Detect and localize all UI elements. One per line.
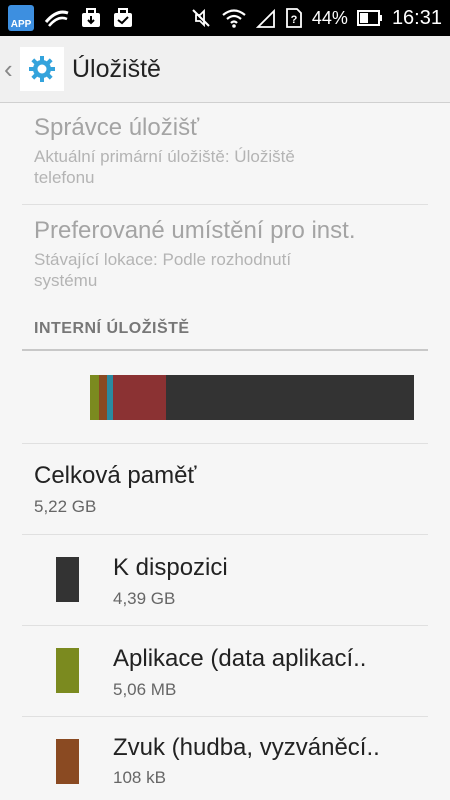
briefcase-download-icon xyxy=(80,7,102,29)
total-value: 5,22 GB xyxy=(34,497,97,516)
swirl-logo-icon xyxy=(44,7,70,29)
section-header: INTERNÍ ÚLOŽIŠTĚ xyxy=(34,320,190,337)
battery-percent: 44% xyxy=(311,7,348,28)
wifi-icon xyxy=(221,7,247,29)
divider xyxy=(22,534,428,535)
pref-summary-line: telefonu xyxy=(34,168,95,187)
pref-summary-line: Stávající lokace: Podle rozhodnutí xyxy=(34,250,292,269)
color-swatch xyxy=(56,648,79,693)
usage-segment-available xyxy=(166,375,414,420)
notification-icons: APP xyxy=(0,0,134,36)
back-chevron-icon[interactable]: ‹ xyxy=(0,36,20,102)
app-store-icon: APP xyxy=(8,5,34,31)
settings-gear-icon[interactable] xyxy=(20,47,64,91)
divider xyxy=(22,443,428,444)
pref-summary-line: systému xyxy=(34,271,98,290)
pref-title: Správce úložišť xyxy=(34,114,200,141)
total-title: Celková paměť xyxy=(34,462,197,489)
sim-unknown-icon: ? xyxy=(285,7,303,29)
section-divider xyxy=(22,349,428,351)
page-title: Úložiště xyxy=(72,54,161,83)
usage-segment-audio xyxy=(98,375,107,420)
pref-summary: Stávající lokace: Podle rozhodnutí systé… xyxy=(34,249,426,291)
item-title: K dispozici xyxy=(113,554,228,581)
divider xyxy=(22,204,428,205)
system-status-icons: ? 44% 16:31 xyxy=(190,0,450,36)
color-swatch xyxy=(56,557,79,602)
action-bar: ‹ Úložiště xyxy=(0,36,450,102)
color-swatch xyxy=(56,739,79,784)
battery-icon xyxy=(356,9,383,27)
item-value: 4,39 GB xyxy=(113,589,176,608)
pref-title: Preferované umístění pro inst. xyxy=(34,217,356,244)
divider xyxy=(22,716,428,717)
usage-segment-misc xyxy=(112,375,167,420)
storage-usage-bar xyxy=(90,375,414,420)
app-badge-label: APP xyxy=(10,19,32,30)
status-bar: APP ? 44% 16:31 xyxy=(0,0,450,36)
pref-summary-line: Aktuální primární úložiště: Úložiště xyxy=(34,147,295,166)
item-title: Zvuk (hudba, vyzváněcí.. xyxy=(113,734,380,761)
usage-segment-apps xyxy=(90,375,99,420)
mute-icon xyxy=(190,7,212,29)
item-value: 108 kB xyxy=(113,768,166,787)
divider xyxy=(22,625,428,626)
pref-summary: Aktuální primární úložiště: Úložiště tel… xyxy=(34,146,426,188)
briefcase-check-icon xyxy=(112,7,134,29)
clock: 16:31 xyxy=(391,6,442,29)
signal-icon xyxy=(255,7,276,29)
svg-text:?: ? xyxy=(291,14,298,26)
item-value: 5,06 MB xyxy=(113,680,177,699)
item-title: Aplikace (data aplikací.. xyxy=(113,645,367,672)
